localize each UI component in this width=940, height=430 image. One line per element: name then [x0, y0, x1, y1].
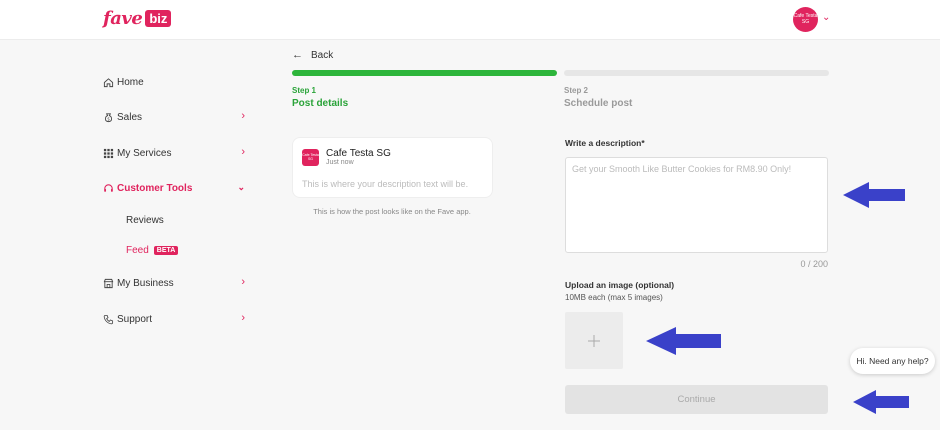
- sidebar-item-label: Sales: [117, 111, 143, 123]
- sidebar: Home $ Sales › My Services › Customer To…: [0, 40, 265, 430]
- back-label: Back: [311, 49, 334, 61]
- step-1-progress-bar: [292, 70, 557, 76]
- merchant-logo: Cafe Testa SG: [302, 149, 319, 166]
- beta-badge: BETA: [153, 246, 179, 255]
- store-icon: [102, 277, 114, 289]
- annotation-arrow-icon: [843, 182, 905, 208]
- preview-description-text: This is where your description text will…: [302, 179, 469, 189]
- logo-fave-text: fave: [103, 8, 143, 29]
- logo-biz-badge: biz: [145, 10, 172, 27]
- sidebar-item-label: Customer Tools: [117, 182, 193, 194]
- sidebar-item-label: My Services: [117, 147, 172, 159]
- post-preview-card: Cafe Testa SG Cafe Testa SG Just now Thi…: [292, 137, 493, 198]
- sidebar-item-my-services[interactable]: My Services ›: [102, 143, 252, 163]
- description-label: Write a description*: [565, 138, 645, 148]
- upload-label: Upload an image (optional): [565, 280, 675, 290]
- chevron-down-icon[interactable]: ⌄: [822, 12, 830, 23]
- sidebar-subitem-reviews[interactable]: Reviews: [126, 215, 164, 226]
- sidebar-item-sales[interactable]: $ Sales ›: [102, 107, 252, 127]
- chevron-right-icon: ›: [241, 146, 245, 158]
- chevron-right-icon: ›: [241, 110, 245, 122]
- step-1-title: Post details: [292, 98, 349, 109]
- chevron-right-icon: ›: [241, 312, 245, 324]
- fave-biz-logo[interactable]: fave biz: [103, 8, 172, 29]
- chevron-down-icon: ⌄: [237, 182, 245, 192]
- post-time: Just now: [326, 159, 354, 166]
- annotation-arrow-icon: [853, 390, 909, 414]
- upload-hint: 10MB each (max 5 images): [565, 293, 663, 302]
- sidebar-item-support[interactable]: Support ›: [102, 309, 252, 329]
- merchant-avatar[interactable]: Cafe Testa SG: [793, 7, 818, 32]
- arrow-left-icon: ←: [292, 49, 303, 61]
- money-bag-icon: $: [102, 111, 114, 123]
- help-chat-bubble[interactable]: Hi. Need any help?: [850, 348, 935, 374]
- annotation-arrow-icon: [646, 327, 721, 355]
- svg-text:$: $: [107, 116, 110, 121]
- grid-icon: [102, 147, 114, 159]
- sidebar-item-label: Support: [117, 313, 153, 325]
- headset-icon: [102, 182, 114, 194]
- sidebar-item-label: My Business: [117, 277, 174, 289]
- continue-button[interactable]: Continue: [565, 385, 828, 414]
- sidebar-item-label: Home: [117, 76, 144, 88]
- step-2-title: Schedule post: [564, 98, 633, 109]
- sidebar-subitem-label: Reviews: [126, 215, 164, 226]
- step-2-number: Step 2: [564, 86, 589, 95]
- home-icon: [102, 76, 114, 88]
- character-counter: 0 / 200: [800, 259, 828, 269]
- back-link[interactable]: ← Back: [292, 49, 333, 61]
- sidebar-item-customer-tools[interactable]: Customer Tools ⌄: [102, 178, 252, 198]
- merchant-name: Cafe Testa SG: [326, 148, 391, 159]
- preview-caption: This is how the post looks like on the F…: [313, 207, 471, 216]
- description-input[interactable]: [565, 157, 828, 253]
- sidebar-item-my-business[interactable]: My Business ›: [102, 273, 252, 293]
- upload-image-button[interactable]: [565, 312, 623, 369]
- phone-icon: [102, 313, 114, 325]
- plus-icon: [588, 334, 600, 347]
- chevron-right-icon: ›: [241, 276, 245, 288]
- top-bar: fave biz Cafe Testa SG ⌄: [0, 0, 940, 40]
- sidebar-subitem-feed[interactable]: Feed BETA: [126, 245, 179, 256]
- sidebar-item-home[interactable]: Home: [102, 72, 252, 92]
- sidebar-subitem-label: Feed: [126, 245, 149, 256]
- step-1-number: Step 1: [292, 86, 317, 95]
- step-2-progress-bar: [564, 70, 829, 76]
